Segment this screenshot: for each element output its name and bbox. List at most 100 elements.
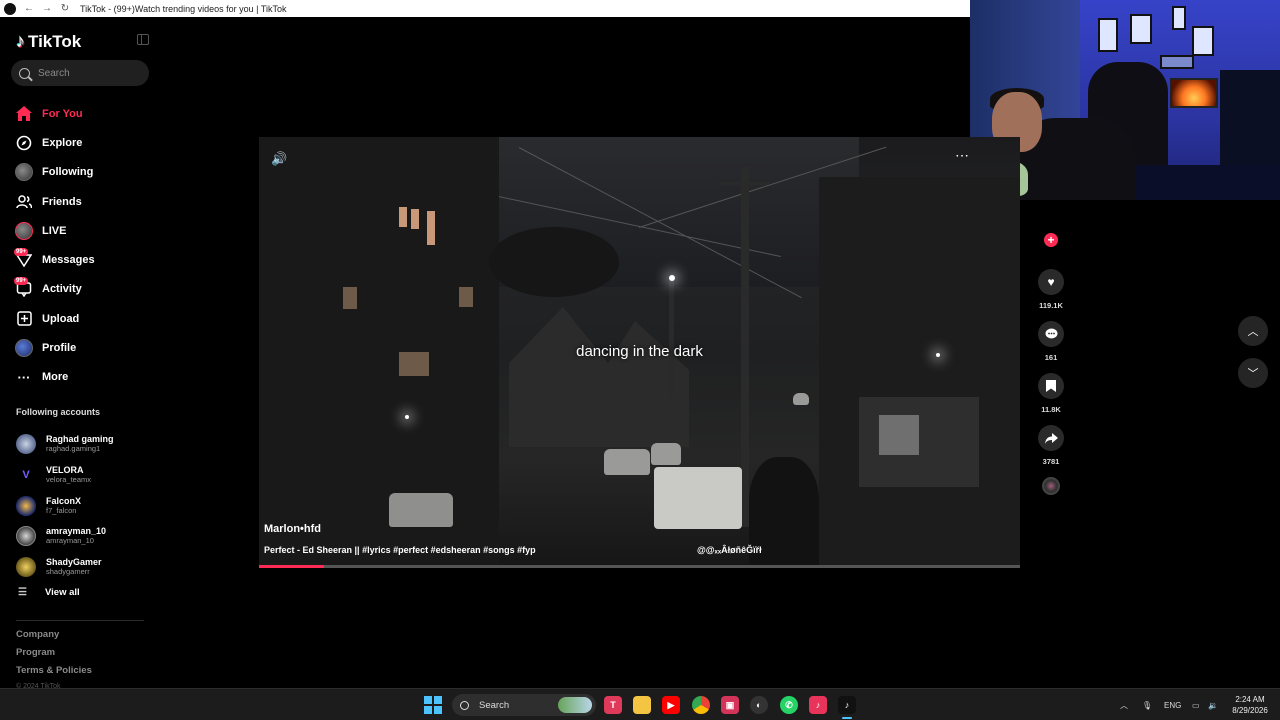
follow-plus-button[interactable]: +: [1044, 233, 1058, 247]
tray-chevron-icon[interactable]: ︿: [1120, 689, 1128, 720]
account-name: FalconX: [46, 495, 82, 506]
account-avatar: [16, 526, 36, 547]
next-video-button[interactable]: ﹀: [1238, 358, 1268, 388]
messages-icon: 99+: [14, 248, 34, 270]
video-progress-bar[interactable]: [259, 565, 1020, 568]
nav-label: Following: [42, 166, 94, 179]
video-author[interactable]: Marlon•hfd: [264, 523, 321, 535]
search-bar[interactable]: [11, 60, 149, 86]
share-count: 3781: [1042, 457, 1060, 466]
profile-avatar-icon: [14, 338, 34, 358]
account-handle: velora_teamx: [46, 475, 92, 485]
account-name: amrayman_10: [46, 526, 107, 537]
account-handle: shadygamerr: [46, 567, 90, 577]
chevron-up-icon: ︿: [1247, 326, 1259, 338]
nav-item-following[interactable]: Following: [14, 158, 154, 187]
footer-link-program[interactable]: Program: [16, 647, 92, 665]
nav-item-live[interactable]: LIVE: [14, 216, 154, 245]
whatsapp-icon[interactable]: ✆: [780, 696, 798, 714]
messages-badge: 99+: [14, 248, 29, 257]
account-avatar: [16, 434, 36, 455]
share-icon[interactable]: [1038, 425, 1064, 451]
video-player[interactable]: 🔊 ⋯ dancing in the dark Marlon•hfd Perfe…: [259, 137, 1020, 568]
nav-item-profile[interactable]: Profile: [14, 333, 154, 362]
video-sound[interactable]: @@ₓₓÂłøñêĞïřł: [697, 545, 762, 555]
tiktok-app-icon[interactable]: ♪: [809, 696, 827, 714]
collapse-sidebar-icon[interactable]: [137, 34, 149, 45]
search-input[interactable]: [38, 67, 138, 79]
back-icon[interactable]: ←: [20, 3, 38, 14]
taskbar-clock[interactable]: 2:24 AM 8/29/2026: [1224, 694, 1276, 716]
windows-start-icon[interactable]: [424, 696, 442, 714]
tab-title: TikTok - (99+)Watch trending videos for …: [80, 3, 287, 14]
previous-video-button[interactable]: ︿: [1238, 316, 1268, 346]
volume-icon[interactable]: 🔊: [271, 151, 287, 167]
nav-item-more[interactable]: ··· More: [14, 363, 154, 392]
video-description[interactable]: Perfect - Ed Sheeran || #lyrics #perfect…: [264, 545, 536, 555]
more-options-icon[interactable]: ⋯: [955, 147, 969, 164]
nav-label: Explore: [42, 136, 83, 149]
footer-links: Company Program Terms & Policies: [16, 629, 92, 683]
like-count: 119.1K: [1039, 301, 1063, 310]
account-avatar: [16, 495, 36, 516]
account-name: ShadyGamer: [46, 557, 102, 568]
clock-time: 2:24 AM: [1235, 695, 1265, 704]
save-count: 11.8K: [1041, 405, 1061, 414]
search-icon: [460, 700, 469, 710]
microphone-icon[interactable]: 🎙: [1142, 689, 1152, 720]
account-item-amrayman[interactable]: amrayman_10 amrayman_10: [16, 521, 156, 552]
taskbar-search-label: Search: [479, 699, 510, 711]
share-action: 3781: [1036, 425, 1066, 477]
clock-date: 8/29/2026: [1232, 706, 1268, 715]
nav-item-explore[interactable]: Explore: [14, 128, 154, 157]
upload-icon: [14, 309, 34, 329]
logo-text: TikTok: [28, 31, 82, 51]
comment-icon[interactable]: [1038, 321, 1064, 347]
account-item-falconx[interactable]: FalconX f7_falcon: [16, 490, 156, 521]
tiktok-logo[interactable]: ♪ TikTok: [16, 31, 81, 52]
account-avatar: [16, 557, 36, 578]
compass-icon: [14, 133, 34, 153]
nav-item-activity[interactable]: 99+ Activity: [14, 275, 154, 304]
forward-icon[interactable]: →: [38, 3, 56, 14]
account-handle: raghad.gaming1: [46, 444, 101, 454]
following-accounts-title: Following accounts: [16, 407, 101, 417]
language-indicator[interactable]: ENG: [1164, 689, 1181, 720]
reload-icon[interactable]: ↻: [56, 3, 74, 14]
nav-label: Profile: [42, 342, 77, 355]
activity-badge: 99+: [14, 277, 29, 286]
account-item-velora[interactable]: V VELORA velora_teamx: [16, 460, 156, 491]
comment-action: 161: [1036, 321, 1066, 373]
screen-recorder-icon[interactable]: ▣: [721, 696, 739, 714]
account-item-raghad[interactable]: Raghad gaming raghad.gaming1: [16, 429, 156, 460]
account-handle: amrayman_10: [46, 536, 94, 546]
nav-item-friends[interactable]: Friends: [14, 187, 154, 216]
footer-link-company[interactable]: Company: [16, 629, 92, 647]
like-action: ♥ 119.1K: [1036, 269, 1066, 321]
taskbar-app-icon[interactable]: T: [604, 696, 622, 714]
search-icon: [19, 67, 30, 79]
tiktok-browser-icon[interactable]: ♪: [838, 696, 856, 714]
file-explorer-icon[interactable]: [633, 696, 651, 714]
chrome-icon[interactable]: [692, 696, 710, 714]
account-item-shadygamer[interactable]: ShadyGamer shadygamerr: [16, 552, 156, 583]
music-disc-icon[interactable]: [1042, 477, 1060, 495]
network-icon[interactable]: ▭: [1192, 689, 1200, 720]
nav-label: More: [42, 371, 69, 384]
volume-tray-icon[interactable]: 🔉: [1208, 689, 1218, 720]
comment-count: 161: [1044, 353, 1058, 362]
youtube-icon[interactable]: ▶: [662, 696, 680, 714]
nav-label: For You: [42, 107, 83, 120]
nav-item-upload[interactable]: Upload: [14, 304, 154, 333]
bookmark-icon[interactable]: [1038, 373, 1064, 399]
account-name: VELORA: [46, 465, 84, 476]
video-progress-fill: [259, 565, 324, 568]
heart-icon[interactable]: ♥: [1038, 269, 1064, 295]
footer-link-terms[interactable]: Terms & Policies: [16, 665, 92, 683]
view-all-link[interactable]: ☰ View all: [18, 587, 80, 598]
nav-item-for-you[interactable]: For You: [14, 99, 154, 128]
save-action: 11.8K: [1036, 373, 1066, 425]
steam-icon[interactable]: ◐: [750, 696, 768, 714]
nav-item-messages[interactable]: 99+ Messages: [14, 245, 154, 274]
taskbar-search[interactable]: Search: [452, 694, 596, 716]
